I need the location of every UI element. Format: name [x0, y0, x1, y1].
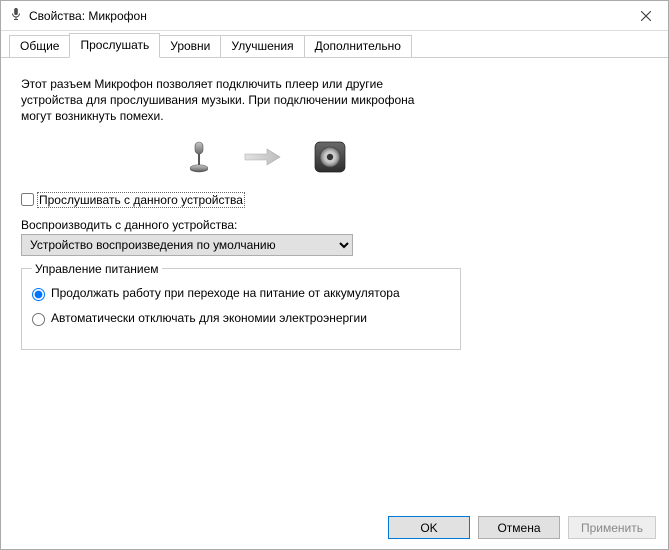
description-text: Этот разъем Микрофон позволяет подключит…: [21, 76, 431, 125]
tab-content: Этот разъем Микрофон позволяет подключит…: [1, 58, 668, 506]
tab-advanced[interactable]: Дополнительно: [304, 35, 412, 58]
apply-button[interactable]: Применить: [568, 516, 656, 539]
tab-general[interactable]: Общие: [9, 35, 70, 58]
radio-continue-on-battery[interactable]: [32, 288, 45, 301]
arrow-right-icon: [243, 146, 283, 171]
button-bar: OK Отмена Применить: [1, 506, 668, 549]
playback-device-label: Воспроизводить с данного устройства:: [21, 218, 648, 232]
tab-bar: Общие Прослушать Уровни Улучшения Дополн…: [1, 31, 668, 58]
listen-checkbox-label[interactable]: Прослушивать с данного устройства: [37, 192, 245, 208]
titlebar: Свойства: Микрофон: [1, 1, 668, 31]
radio-auto-disable[interactable]: [32, 313, 45, 326]
power-management-group: Управление питанием Продолжать работу пр…: [21, 262, 461, 350]
properties-window: Свойства: Микрофон Общие Прослушать Уров…: [0, 0, 669, 550]
close-icon: [641, 11, 651, 21]
cancel-button[interactable]: Отмена: [478, 516, 560, 539]
speaker-icon: [313, 140, 347, 177]
tab-levels[interactable]: Уровни: [159, 35, 221, 58]
radio-continue-label[interactable]: Продолжать работу при переходе на питани…: [51, 286, 400, 302]
close-button[interactable]: [623, 1, 668, 30]
ok-button[interactable]: OK: [388, 516, 470, 539]
mic-stand-icon: [185, 139, 213, 178]
radio-auto-disable-label[interactable]: Автоматически отключать для экономии эле…: [51, 311, 367, 327]
listen-checkbox[interactable]: [21, 193, 34, 206]
power-management-legend: Управление питанием: [32, 262, 162, 276]
tab-enhancements[interactable]: Улучшения: [220, 35, 304, 58]
playback-device-select[interactable]: Устройство воспроизведения по умолчанию: [21, 234, 353, 256]
radio-row-auto-off: Автоматически отключать для экономии эле…: [32, 311, 450, 327]
illustration: [61, 139, 471, 178]
microphone-icon: [9, 7, 23, 24]
window-title: Свойства: Микрофон: [29, 9, 623, 23]
listen-checkbox-row: Прослушивать с данного устройства: [21, 192, 648, 208]
tab-listen[interactable]: Прослушать: [69, 33, 160, 58]
radio-row-continue: Продолжать работу при переходе на питани…: [32, 286, 450, 302]
